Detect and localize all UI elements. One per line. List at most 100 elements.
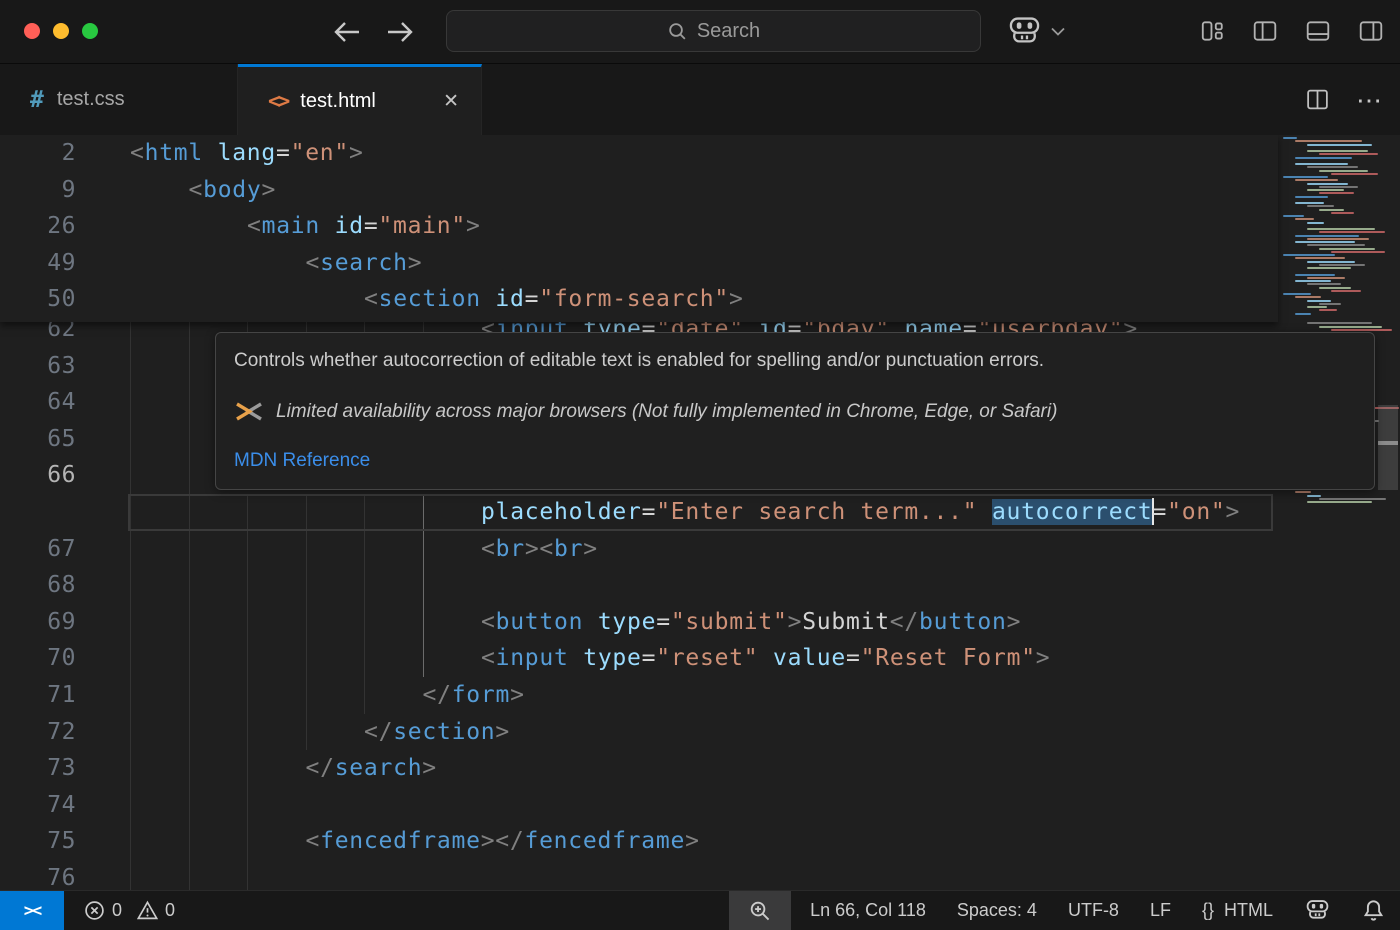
- code-line[interactable]: 73</search>: [0, 750, 1278, 787]
- indentation-status[interactable]: Spaces: 4: [957, 900, 1037, 921]
- line-number[interactable]: 68: [0, 567, 76, 604]
- copilot-status-icon[interactable]: [1304, 897, 1331, 924]
- minimap-line: [1319, 287, 1351, 289]
- line-number[interactable]: 76: [0, 860, 76, 890]
- indent-guide: [189, 677, 190, 714]
- minimap-line: [1307, 222, 1324, 224]
- panel-bottom-icon: [1305, 18, 1331, 44]
- status-bar: >< 0 0 Ln 66, Col 118 Spaces: 4 UTF-8 LF…: [0, 890, 1400, 930]
- toggle-panel-button[interactable]: [1305, 17, 1331, 45]
- indent-guide: [247, 531, 248, 568]
- minimap[interactable]: [1278, 135, 1375, 890]
- layout-controls: [1199, 17, 1384, 45]
- indent-guide: [130, 640, 131, 677]
- line-number[interactable]: 73: [0, 750, 76, 787]
- tab-test-css[interactable]: # test.css: [0, 64, 238, 135]
- editor-actions: ⋯: [1305, 64, 1384, 135]
- overview-ruler-cursor-marker: [1378, 441, 1398, 445]
- minimap-line: [1295, 313, 1311, 315]
- cursor-position-status[interactable]: Ln 66, Col 118: [810, 900, 926, 921]
- minimap-line: [1295, 196, 1328, 198]
- line-number[interactable]: 9: [0, 172, 76, 209]
- line-number[interactable]: 69: [0, 604, 76, 641]
- language-mode-status[interactable]: {} HTML: [1202, 900, 1273, 921]
- minimap-line: [1295, 140, 1362, 142]
- code-line[interactable]: 70 <input type="reset" value="Reset Form"…: [0, 640, 1278, 677]
- line-number[interactable]: [0, 494, 76, 531]
- customize-layout-button[interactable]: [1199, 17, 1225, 45]
- code-line[interactable]: 9<body>: [0, 172, 1278, 209]
- minimap-line: [1319, 186, 1358, 188]
- line-number[interactable]: 66: [0, 457, 76, 494]
- minimap-line: [1283, 176, 1328, 178]
- indent-guide: [189, 750, 190, 787]
- toggle-primary-sidebar-button[interactable]: [1252, 17, 1278, 45]
- close-tab-button[interactable]: ✕: [437, 88, 465, 115]
- back-button[interactable]: [332, 17, 364, 47]
- line-number[interactable]: 49: [0, 245, 76, 282]
- sticky-scroll[interactable]: 2<html lang="en">9<body>26<main id="main…: [0, 135, 1278, 322]
- indent-guide: [247, 750, 248, 787]
- zoom-status-button[interactable]: [729, 891, 791, 930]
- zoom-window-button[interactable]: [82, 23, 98, 39]
- code-line[interactable]: 71</form>: [0, 677, 1278, 714]
- line-number[interactable]: 26: [0, 208, 76, 245]
- brackets-icon: {}: [1202, 900, 1214, 921]
- code-text: <fencedframe></fencedframe>: [306, 823, 700, 860]
- line-number[interactable]: 64: [0, 384, 76, 421]
- indent-guide: [189, 457, 190, 494]
- toggle-secondary-sidebar-button[interactable]: [1358, 17, 1384, 45]
- line-number[interactable]: 74: [0, 787, 76, 824]
- code-line[interactable]: 67<br><br>: [0, 531, 1278, 568]
- more-actions-button[interactable]: ⋯: [1356, 90, 1384, 110]
- code-line[interactable]: 69<button type="submit">Submit</button>: [0, 604, 1278, 641]
- warning-icon: [137, 900, 158, 921]
- code-line[interactable]: 76: [0, 860, 1278, 890]
- line-number[interactable]: 67: [0, 531, 76, 568]
- indent-guide: [130, 457, 131, 494]
- code-line[interactable]: 72</section>: [0, 714, 1278, 751]
- code-line[interactable]: placeholder="Enter search term..." autoc…: [0, 494, 1278, 531]
- minimap-line: [1283, 293, 1311, 295]
- line-number[interactable]: 72: [0, 714, 76, 751]
- code-line[interactable]: 49<search>: [0, 245, 1278, 282]
- minimap-line: [1307, 277, 1345, 279]
- line-number[interactable]: 50: [0, 281, 76, 318]
- indent-guide: [306, 714, 307, 751]
- tab-test-html[interactable]: <> test.html ✕: [238, 64, 482, 135]
- minimize-window-button[interactable]: [53, 23, 69, 39]
- code-line[interactable]: 74: [0, 787, 1278, 824]
- code-line[interactable]: 68: [0, 567, 1278, 604]
- search-bar[interactable]: Search: [446, 10, 981, 52]
- encoding-status[interactable]: UTF-8: [1068, 900, 1119, 921]
- minimap-line: [1295, 235, 1359, 237]
- copilot-menu-button[interactable]: [1006, 13, 1065, 50]
- indent-guide: [364, 531, 365, 568]
- code-line[interactable]: 75 <fencedframe></fencedframe>: [0, 823, 1278, 860]
- tab-label: test.css: [57, 88, 125, 111]
- line-number[interactable]: 75: [0, 823, 76, 860]
- line-number[interactable]: 71: [0, 677, 76, 714]
- line-number[interactable]: 63: [0, 348, 76, 385]
- split-editor-icon[interactable]: [1305, 87, 1330, 112]
- line-number[interactable]: 70: [0, 640, 76, 677]
- css-file-icon: #: [30, 87, 44, 113]
- code-line[interactable]: 26<main id="main">: [0, 208, 1278, 245]
- close-window-button[interactable]: [24, 23, 40, 39]
- line-number[interactable]: 65: [0, 421, 76, 458]
- line-number[interactable]: 2: [0, 135, 76, 172]
- remote-indicator[interactable]: ><: [0, 891, 64, 930]
- minimap-line: [1319, 303, 1341, 305]
- code-line[interactable]: 50<section id="form-search">: [0, 281, 1278, 318]
- scrollbar-slider[interactable]: [1378, 405, 1398, 490]
- editor-scrollbar[interactable]: [1376, 135, 1400, 890]
- eol-status[interactable]: LF: [1150, 900, 1171, 921]
- notifications-bell-icon[interactable]: [1362, 899, 1385, 922]
- problems-status[interactable]: 0 0: [84, 900, 175, 921]
- code-line[interactable]: 2<html lang="en">: [0, 135, 1278, 172]
- code-editor[interactable]: 62<input type="date" id="bday" name="use…: [0, 135, 1400, 890]
- forward-button[interactable]: [385, 17, 417, 47]
- code-text: <input type="reset" value="Reset Form">: [481, 640, 1050, 677]
- mdn-reference-link[interactable]: MDN Reference: [234, 450, 370, 472]
- indent-guide: [189, 421, 190, 458]
